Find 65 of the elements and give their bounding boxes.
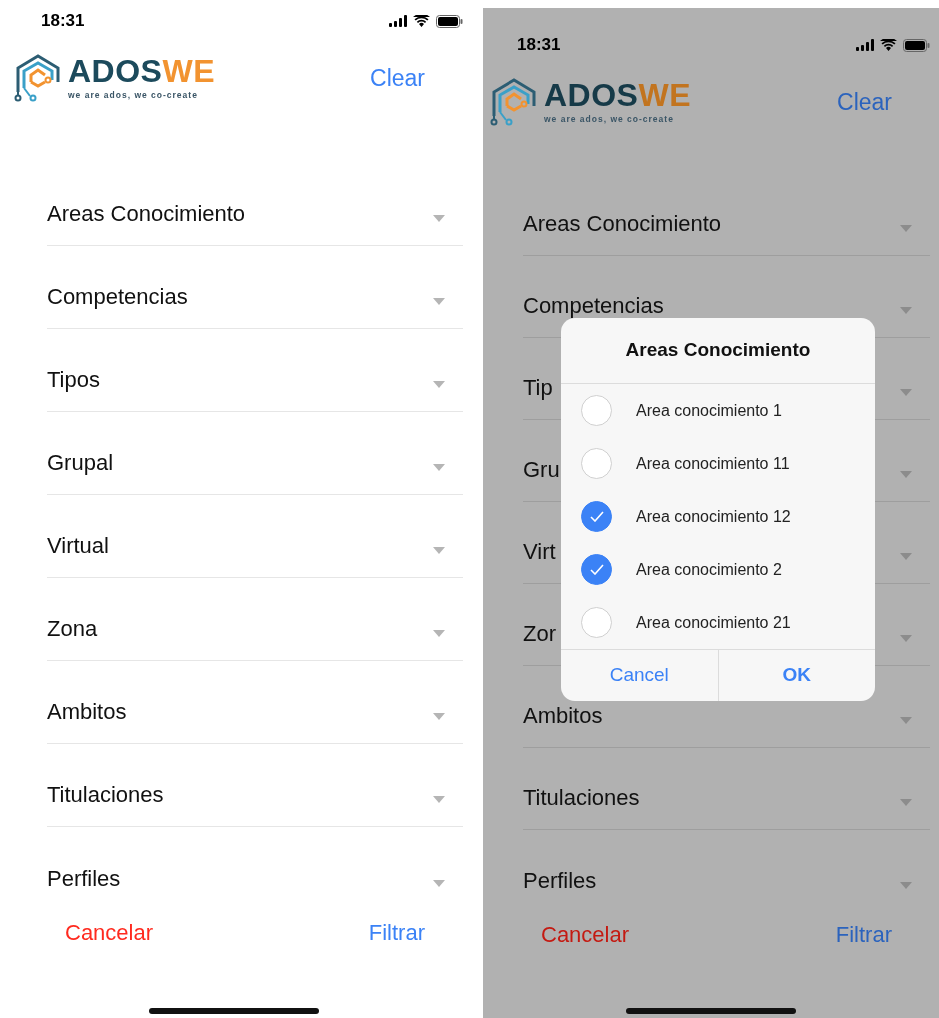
filter-dropdown[interactable]: Zor bbox=[523, 617, 556, 650]
dropdown-caret-icon bbox=[900, 471, 912, 478]
filter-dropdown[interactable]: Ambitos bbox=[47, 695, 127, 728]
checkbox[interactable] bbox=[581, 395, 612, 426]
dropdown-caret-icon bbox=[900, 225, 912, 232]
dropdown-caret-icon bbox=[900, 635, 912, 642]
filter-dropdown[interactable]: Areas Conocimiento bbox=[523, 207, 722, 240]
filter-dropdown[interactable]: Virt bbox=[523, 535, 556, 568]
filter-dropdown[interactable]: Perfiles bbox=[523, 864, 597, 897]
filter-dropdown[interactable]: Competencias bbox=[47, 280, 188, 313]
brand-name: ADOSWE bbox=[68, 54, 215, 87]
dropdown-caret-icon bbox=[433, 298, 445, 305]
dropdown-caret-icon bbox=[433, 713, 445, 720]
dropdown-caret-icon bbox=[900, 553, 912, 560]
filter-dropdown[interactable]: Tip bbox=[523, 371, 553, 404]
brand-name: ADOSWE bbox=[544, 78, 691, 111]
option-label: Area conocimiento 2 bbox=[636, 559, 782, 580]
filter-dropdown[interactable]: Areas Conocimiento bbox=[47, 197, 246, 230]
checkbox[interactable] bbox=[581, 554, 612, 585]
dialog-title: Areas Conocimiento bbox=[561, 318, 875, 384]
filter-dropdown[interactable]: Tipos bbox=[47, 363, 100, 396]
dropdown-caret-icon bbox=[433, 381, 445, 388]
clear-button[interactable]: Clear bbox=[370, 60, 425, 96]
dropdown-caret-icon bbox=[900, 717, 912, 724]
dropdown-caret-icon bbox=[900, 882, 912, 889]
filter-button[interactable]: Filtrar bbox=[368, 916, 425, 949]
signal-icon bbox=[856, 39, 874, 51]
filter-dropdown[interactable]: Grupal bbox=[47, 446, 114, 479]
option-label: Area conocimiento 21 bbox=[636, 612, 791, 633]
dropdown-caret-icon bbox=[433, 215, 445, 222]
dropdown-caret-icon bbox=[433, 464, 445, 471]
filter-dropdown[interactable]: Titulaciones bbox=[47, 778, 164, 811]
dropdown-caret-icon bbox=[433, 630, 445, 637]
wifi-icon bbox=[413, 15, 430, 27]
wifi-icon bbox=[880, 39, 897, 51]
battery-icon bbox=[436, 14, 463, 28]
brand-tagline: we are ados, we co-create bbox=[68, 88, 199, 102]
brand-tagline: we are ados, we co-create bbox=[544, 112, 675, 126]
status-time: 18:31 bbox=[41, 10, 85, 33]
status-time: 18:31 bbox=[517, 34, 561, 57]
checkbox[interactable] bbox=[581, 501, 612, 532]
home-indicator[interactable] bbox=[149, 1008, 319, 1014]
filter-dropdown[interactable]: Perfiles bbox=[47, 862, 121, 895]
dropdown-caret-icon bbox=[900, 307, 912, 314]
cancel-button[interactable]: Cancelar bbox=[65, 916, 154, 949]
dropdown-caret-icon bbox=[433, 547, 445, 554]
checkmark-icon bbox=[589, 511, 604, 522]
filter-dropdown[interactable]: Gru bbox=[523, 453, 560, 486]
option-label: Area conocimiento 12 bbox=[636, 506, 791, 527]
filter-dropdown[interactable]: Titulaciones bbox=[523, 781, 640, 814]
dropdown-caret-icon bbox=[433, 880, 445, 887]
checkbox[interactable] bbox=[581, 448, 612, 479]
filter-dropdown[interactable]: Zona bbox=[47, 612, 98, 645]
dropdown-caret-icon bbox=[900, 389, 912, 396]
dropdown-caret-icon bbox=[433, 796, 445, 803]
checkmark-icon bbox=[589, 564, 604, 575]
checkbox[interactable] bbox=[581, 607, 612, 638]
home-indicator[interactable] bbox=[626, 1008, 796, 1014]
dropdown-caret-icon bbox=[900, 799, 912, 806]
option-label: Area conocimiento 1 bbox=[636, 400, 782, 421]
filter-dropdown[interactable]: Virtual bbox=[47, 529, 109, 562]
signal-icon bbox=[389, 15, 407, 27]
option-label: Area conocimiento 11 bbox=[636, 453, 790, 474]
battery-icon bbox=[903, 38, 930, 52]
filter-dropdown[interactable]: Ambitos bbox=[523, 699, 603, 732]
